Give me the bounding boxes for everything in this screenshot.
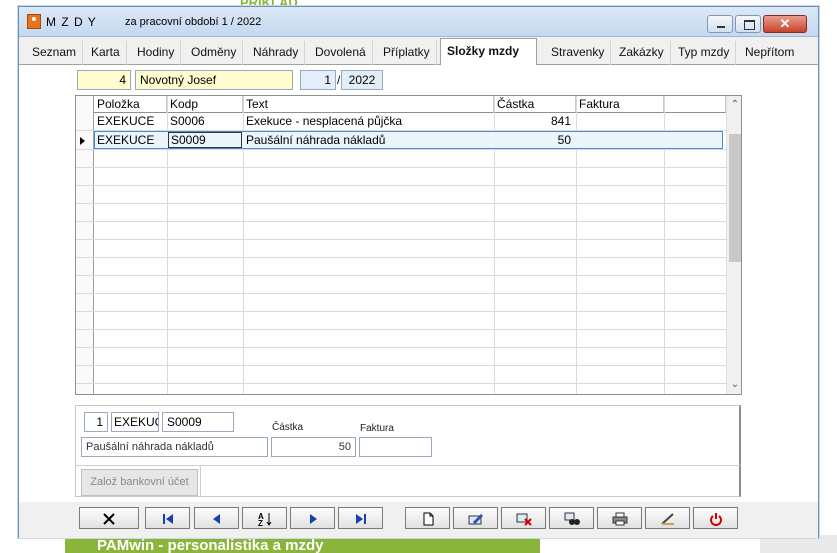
tab-neprítomnost[interactable]: Nepřítom (739, 41, 800, 65)
slozky-grid[interactable]: Položka Kodp Text Částka Faktura EXEKUCE… (75, 95, 742, 395)
tab-slozky-mzdy[interactable]: Složky mzdy (440, 38, 537, 66)
sort-button[interactable]: AZ (242, 507, 287, 529)
previous-icon (212, 513, 220, 524)
first-record-button[interactable] (145, 507, 190, 529)
cancel-button[interactable] (79, 507, 139, 529)
last-record-button[interactable] (338, 507, 383, 529)
table-cell[interactable]: EXEKUCE (95, 132, 165, 149)
sort-az-icon: AZ (258, 512, 271, 528)
table-cell[interactable]: S0006 (168, 113, 242, 130)
col-header-castka[interactable]: Částka (494, 96, 576, 113)
castka-label: Částka (272, 422, 304, 433)
svg-text:Z: Z (258, 519, 263, 527)
employee-number-field[interactable]: 4 (77, 70, 131, 90)
faktura-label: Faktura (360, 423, 394, 434)
row-indicator-column (76, 96, 94, 394)
power-icon (709, 512, 722, 526)
edit-record-button[interactable] (453, 507, 498, 529)
table-cell[interactable] (577, 132, 663, 149)
printer-icon (612, 512, 627, 526)
print-button[interactable] (597, 507, 642, 529)
col-header-text[interactable]: Text (243, 96, 494, 113)
tab-karta[interactable]: Karta (85, 41, 127, 65)
current-row-marker (80, 137, 85, 145)
table-cell[interactable] (577, 113, 663, 130)
edit-icon (468, 513, 483, 525)
table-cell[interactable]: EXEKUCE (95, 113, 165, 130)
detail-kodp-field[interactable]: S0009 (162, 412, 234, 432)
table-cell[interactable]: Paušální náhrada nákladů (244, 132, 493, 149)
detail-polozka-field[interactable]: EXEKUC (111, 412, 159, 432)
detail-text-field[interactable]: Paušální náhrada nákladů (81, 437, 268, 457)
table-cell[interactable]: Exekuce - nesplacená půjčka (244, 113, 493, 130)
detail-castka-field[interactable]: 50 (271, 437, 356, 457)
close-icon: ✕ (779, 16, 791, 31)
scroll-down-icon[interactable]: ⌄ (730, 380, 740, 390)
clear-button[interactable] (645, 507, 690, 529)
period-separator: / (337, 73, 341, 87)
period-month-field[interactable]: 1 (300, 70, 336, 90)
tab-dovolena[interactable]: Dovolená (309, 41, 373, 65)
table-cell[interactable]: 841 (495, 113, 575, 130)
next-record-button[interactable] (290, 507, 335, 529)
tab-strip: Seznam Karta Hodiny Odměny Náhrady Dovol… (19, 38, 818, 66)
create-bank-account-button[interactable]: Založ bankovní účet (81, 469, 198, 496)
tab-typ-mzdy[interactable]: Typ mzdy (672, 41, 737, 65)
detail-edit-area: 1 EXEKUC S0009 Částka Faktura Paušální n… (75, 405, 741, 497)
app-icon (27, 14, 41, 29)
delete-record-button[interactable] (501, 507, 546, 529)
tab-nahrady[interactable]: Náhrady (247, 41, 306, 65)
title-bar[interactable]: M Z D Y za pracovní období 1 / 2022 ✕ (19, 7, 818, 37)
next-icon (309, 513, 317, 524)
col-header-faktura[interactable]: Faktura (576, 96, 664, 113)
new-document-icon (423, 512, 433, 526)
tab-priplatky[interactable]: Příplatky (377, 41, 437, 65)
detail-index-field[interactable]: 1 (84, 412, 108, 432)
scroll-thumb[interactable] (729, 134, 741, 262)
table-cell[interactable]: 50 (495, 132, 575, 149)
grid-scrollbar[interactable]: ⌃ ⌄ (726, 96, 741, 394)
tab-seznam[interactable]: Seznam (26, 41, 84, 65)
maximize-button[interactable] (735, 15, 761, 33)
first-icon (162, 513, 173, 524)
col-header-polozka[interactable]: Položka (94, 96, 167, 113)
window-title: M Z D Y (46, 15, 97, 29)
new-record-button[interactable] (405, 507, 450, 529)
detail-faktura-field[interactable] (359, 437, 432, 457)
tab-stravenky[interactable]: Stravenky (545, 41, 612, 65)
col-header-kodp[interactable]: Kodp (167, 96, 243, 113)
previous-record-button[interactable] (194, 507, 239, 529)
binoculars-icon (564, 512, 580, 525)
window-subtitle: za pracovní období 1 / 2022 (125, 16, 262, 28)
tab-zakazky[interactable]: Zakázky (613, 41, 671, 65)
eraser-icon (660, 512, 674, 525)
employee-name-field[interactable]: Novotný Josef (135, 70, 293, 90)
cancel-icon (103, 512, 115, 525)
main-panel: 4 Novotný Josef 1 / 2022 Položka Kodp Te… (19, 65, 818, 538)
delete-icon (516, 513, 532, 526)
scroll-up-icon[interactable]: ⌃ (730, 100, 740, 110)
search-button[interactable] (549, 507, 594, 529)
tab-odmeny[interactable]: Odměny (185, 41, 244, 65)
last-icon (355, 513, 366, 524)
minimize-button[interactable] (707, 15, 733, 33)
table-cell-editing[interactable]: S0009 (168, 132, 242, 148)
power-button[interactable] (693, 507, 738, 529)
period-year-field[interactable]: 2022 (341, 70, 383, 90)
bottom-toolbar: AZ (19, 502, 818, 538)
col-header-empty (664, 96, 726, 113)
close-button[interactable]: ✕ (763, 15, 807, 33)
tab-hodiny[interactable]: Hodiny (131, 41, 182, 65)
mzdy-window: M Z D Y za pracovní období 1 / 2022 ✕ Se… (18, 6, 819, 538)
